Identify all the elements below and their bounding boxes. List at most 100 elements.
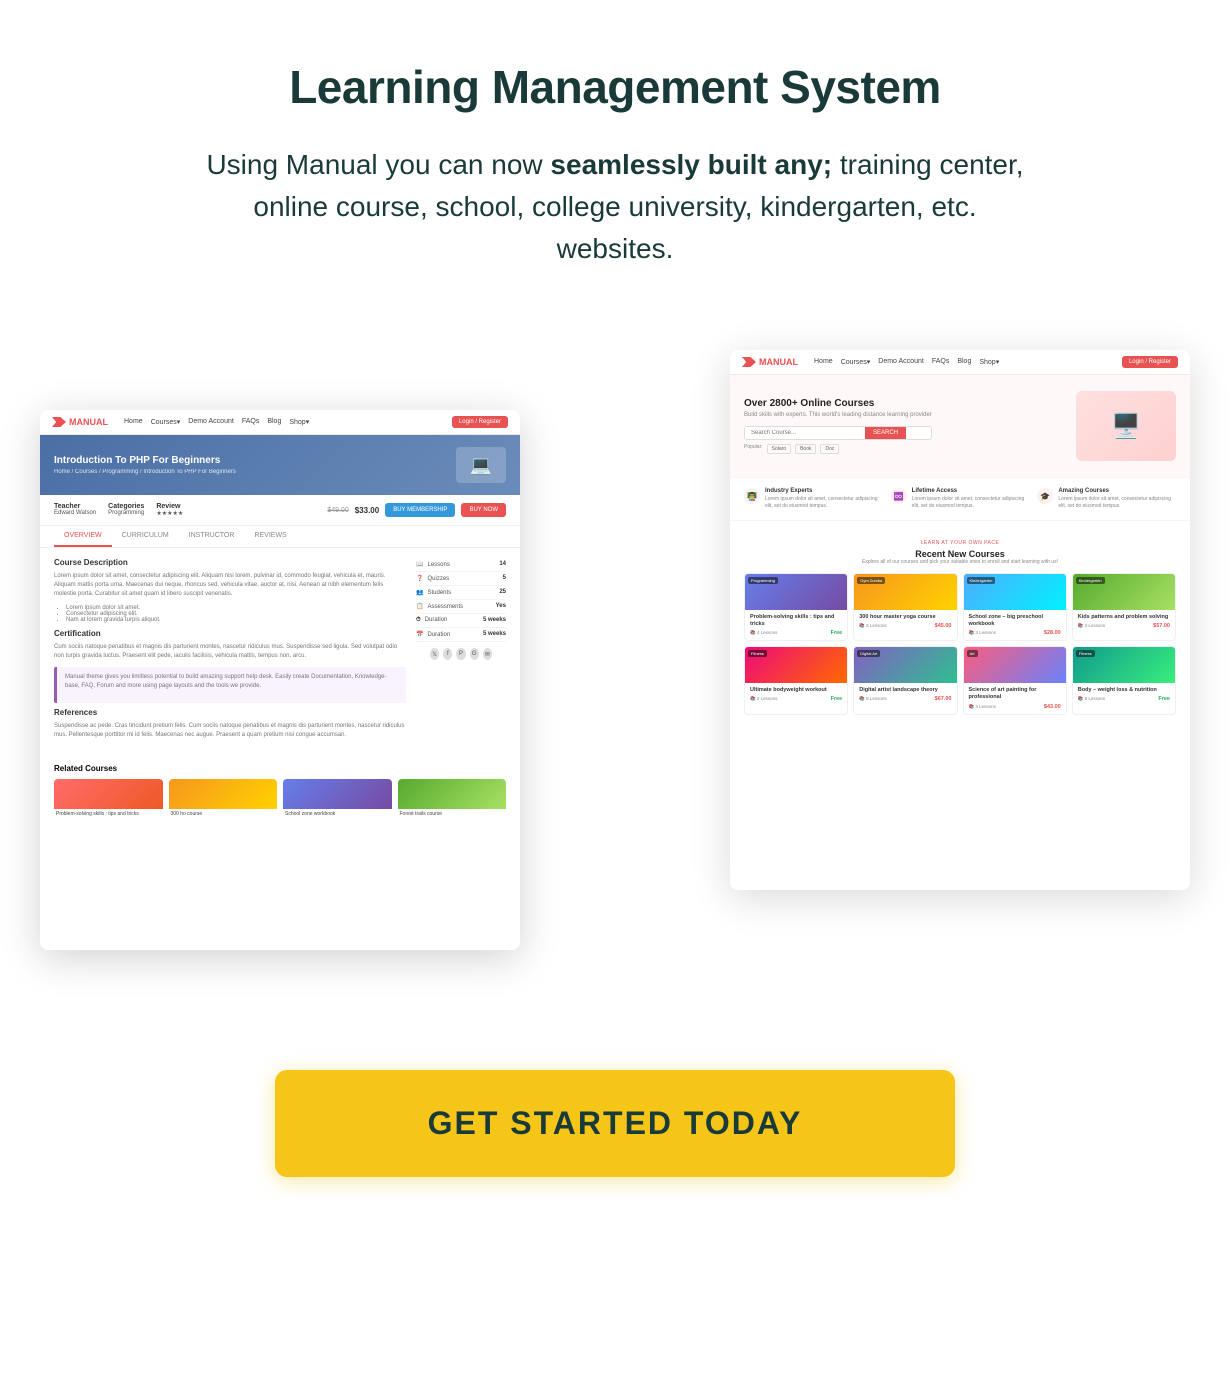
- course-body-1: Problem-solving skills : tips and tricks…: [745, 610, 847, 640]
- tab-instructor[interactable]: INSTRUCTOR: [179, 526, 245, 547]
- feature-amazing-desc: Lorem ipsum dolor sit amet, consectetur …: [1058, 496, 1176, 510]
- course-card-5[interactable]: Fitness Ultimate bodyweight workout 📚 2 …: [744, 646, 848, 714]
- course-card-3[interactable]: Kindergarten School zone – big preschool…: [963, 573, 1067, 641]
- feature-lifetime-title: Lifetime Access: [912, 488, 1030, 494]
- feature-industry: 👨‍🏫 Industry Experts Lorem ipsum dolor s…: [744, 488, 883, 510]
- tab-curriculum[interactable]: CURRICULUM: [112, 526, 179, 547]
- front-buy-btn[interactable]: BUY NOW: [461, 503, 506, 517]
- course-img-7: Art: [964, 647, 1066, 683]
- pinterest-icon[interactable]: P: [456, 648, 465, 660]
- front-course-content: Course Description Lorem ipsum dolor sit…: [54, 558, 406, 746]
- course-badge-1: Programming: [748, 577, 778, 584]
- front-course-tabs: OVERVIEW CURRICULUM INSTRUCTOR REVIEWS: [40, 526, 520, 548]
- back-recent-title: Recent New Courses: [744, 549, 1176, 559]
- course-card-8[interactable]: Fitness Body – weight loss & nutrition 📚…: [1072, 646, 1176, 714]
- back-search-bar[interactable]: SEARCH: [744, 426, 932, 440]
- front-helpdesk-box: Manual theme gives you limitless potenti…: [54, 667, 406, 703]
- back-courses-grid: Programming Problem-solving skills : tip…: [744, 573, 1176, 715]
- back-nav-links: Home Courses▾ Demo Account FAQs Blog Sho…: [814, 358, 999, 366]
- tab-overview[interactable]: OVERVIEW: [54, 526, 112, 547]
- back-hero: Over 2800+ Online Courses Build skills w…: [730, 375, 1190, 477]
- course-card-6[interactable]: Digital Art Digital artist landscape the…: [853, 646, 957, 714]
- related-card-1[interactable]: Problem-solving skills : tips and tricks: [54, 779, 163, 820]
- back-login-btn[interactable]: Login / Register: [1122, 356, 1178, 368]
- course-badge-3: Kindergarten: [967, 577, 996, 584]
- course-price-4: $57.00: [1153, 623, 1170, 629]
- course-badge-8: Fitness: [1076, 650, 1095, 657]
- front-references-title: References: [54, 708, 406, 717]
- course-title-8: Body – weight loss & nutrition: [1078, 687, 1170, 694]
- related-img-3: [283, 779, 392, 809]
- related-title-3: School zone workbook: [283, 809, 392, 820]
- front-related-grid: Problem-solving skills : tips and tricks…: [54, 779, 506, 820]
- subtitle-bold: seamlessly built any;: [550, 149, 832, 180]
- course-price-2: $45.00: [935, 623, 952, 629]
- email-icon[interactable]: ✉: [483, 648, 492, 660]
- cta-button[interactable]: GET STARTED TODAY: [275, 1070, 955, 1177]
- stat-icon-duration1: ⏱: [416, 617, 421, 623]
- front-course-hero: Introduction To PHP For Beginners Home /…: [40, 435, 520, 495]
- front-membership-btn[interactable]: BUY MEMBERSHIP: [385, 503, 455, 517]
- course-card-1[interactable]: Programming Problem-solving skills : tip…: [744, 573, 848, 641]
- tag-solaro[interactable]: Solaro: [767, 444, 791, 454]
- back-search-btn[interactable]: SEARCH: [865, 427, 906, 439]
- course-lessons-3: 📚 3 Lessons: [969, 630, 996, 636]
- tag-doc[interactable]: Doc: [820, 444, 839, 454]
- stat-students: 👥Students 25: [416, 586, 506, 600]
- front-teacher: Teacher Edward Watson: [54, 503, 96, 517]
- cta-section: GET STARTED TODAY: [40, 1070, 1190, 1177]
- front-price-area: $49.00 $33.00 BUY MEMBERSHIP BUY NOW: [327, 503, 506, 517]
- facebook-icon[interactable]: f: [443, 648, 452, 660]
- twitter-icon[interactable]: 𝕏: [430, 648, 439, 660]
- course-footer-5: 📚 2 Lessons Free: [750, 696, 842, 702]
- related-card-4[interactable]: Forest trails course: [398, 779, 507, 820]
- course-body-2: 300 hour master yoga course 📚 6 Lessons …: [854, 610, 956, 633]
- logo-icon: [742, 357, 756, 367]
- related-card-3[interactable]: School zone workbook: [283, 779, 392, 820]
- course-footer-1: 📚 4 Lessons Free: [750, 630, 842, 636]
- course-lessons-5: 📚 2 Lessons: [750, 696, 777, 702]
- course-img-2: Gym Zumba: [854, 574, 956, 610]
- course-body-7: Science of art painting for professional…: [964, 683, 1066, 713]
- front-price-old: $49.00: [327, 507, 348, 514]
- course-lessons-1: 📚 4 Lessons: [750, 630, 777, 636]
- course-lessons-2: 📚 6 Lessons: [859, 623, 886, 629]
- course-title-2: 300 hour master yoga course: [859, 614, 951, 621]
- course-card-7[interactable]: Art Science of art painting for professi…: [963, 646, 1067, 714]
- feature-amazing-text: Amazing Courses Lorem ipsum dolor sit am…: [1058, 488, 1176, 510]
- related-card-2[interactable]: 300 ho course: [169, 779, 278, 820]
- stat-duration1: ⏱Duration 5 weeks: [416, 614, 506, 628]
- back-recent-desc: Explore all of our courses and pick your…: [744, 559, 1176, 565]
- front-nav: MANUAL Home Courses▾ Demo Account FAQs B…: [40, 410, 520, 435]
- course-footer-3: 📚 3 Lessons $28.00: [969, 630, 1061, 636]
- front-related: Related Courses Problem-solving skills :…: [40, 756, 520, 828]
- course-card-2[interactable]: Gym Zumba 300 hour master yoga course 📚 …: [853, 573, 957, 641]
- course-title-3: School zone – big preschool workbook: [969, 614, 1061, 628]
- back-subheadline: Build skills with experts. This world's …: [744, 412, 932, 418]
- related-img-1: [54, 779, 163, 809]
- course-lessons-8: 📚 8 Lessons: [1078, 696, 1105, 702]
- page-container: Learning Management System Using Manual …: [40, 60, 1190, 1177]
- related-img-4: [398, 779, 507, 809]
- stat-duration2: 📅Duration 5 weeks: [416, 628, 506, 642]
- front-desc-title: Course Description: [54, 558, 406, 567]
- screenshot-front: MANUAL Home Courses▾ Demo Account FAQs B…: [40, 410, 520, 950]
- course-title-4: Kids patterns and problem solving: [1078, 614, 1170, 621]
- front-hero-img: 💻: [456, 447, 506, 483]
- related-title-4: Forest trails course: [398, 809, 507, 820]
- course-body-6: Digital artist landscape theory 📚 8 Less…: [854, 683, 956, 706]
- back-search-input[interactable]: [745, 427, 865, 439]
- front-login-btn[interactable]: Login / Register: [452, 416, 508, 428]
- tab-reviews[interactable]: REVIEWS: [244, 526, 296, 547]
- back-learn-label: LEARN AT YOUR OWN PACE: [921, 540, 1000, 546]
- course-footer-8: 📚 8 Lessons Free: [1078, 696, 1170, 702]
- stat-quizzes: ❓Quizzes 5: [416, 572, 506, 586]
- course-footer-6: 📚 8 Lessons $67.00: [859, 696, 951, 702]
- course-badge-2: Gym Zumba: [857, 577, 885, 584]
- tag-book[interactable]: Book: [795, 444, 816, 454]
- course-price-3: $28.00: [1044, 630, 1061, 636]
- feature-lifetime-text: Lifetime Access Lorem ipsum dolor sit am…: [912, 488, 1030, 510]
- back-headline: Over 2800+ Online Courses: [744, 398, 932, 409]
- google-icon[interactable]: G: [470, 648, 479, 660]
- course-card-4[interactable]: Kindergarten Kids patterns and problem s…: [1072, 573, 1176, 641]
